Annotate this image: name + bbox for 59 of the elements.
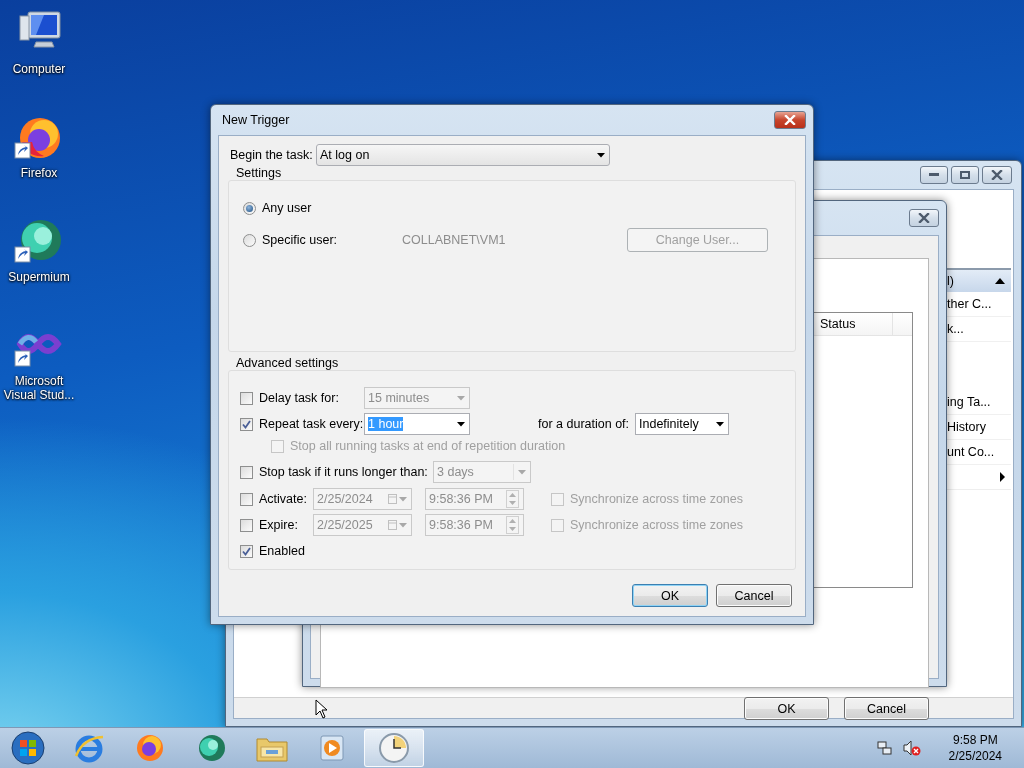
minimize-button[interactable] bbox=[920, 166, 948, 184]
checkbox[interactable] bbox=[240, 544, 253, 558]
window-title: New Trigger bbox=[221, 113, 290, 127]
icon-label: Microsoft Visual Stud... bbox=[2, 374, 76, 402]
close-button[interactable] bbox=[909, 209, 939, 227]
taskbar-button[interactable] bbox=[364, 729, 424, 767]
close-icon bbox=[918, 213, 930, 223]
radio-button[interactable] bbox=[243, 201, 256, 215]
radio-button[interactable] bbox=[243, 233, 256, 247]
field-label: for a duration of: bbox=[538, 417, 630, 431]
checkbox-label: Stop all running tasks at end of repetition duration bbox=[290, 439, 566, 453]
dropdown-caret-icon bbox=[457, 421, 465, 427]
radio-label: Any user bbox=[262, 201, 312, 215]
checkbox-label: Expire: bbox=[259, 518, 299, 532]
calendar-icon bbox=[388, 520, 397, 530]
clock-icon bbox=[378, 732, 410, 764]
checkbox-label: Synchronize across time zones bbox=[570, 518, 743, 532]
user-name: COLLABNET\VM1 bbox=[402, 233, 507, 247]
icon-label: Supermium bbox=[7, 270, 71, 284]
collapse-icon bbox=[995, 278, 1005, 284]
submenu-arrow-icon[interactable] bbox=[1000, 472, 1005, 482]
cancel-button[interactable]: Cancel bbox=[844, 697, 929, 720]
ok-button[interactable]: OK bbox=[632, 584, 708, 607]
dropdown-caret-icon bbox=[597, 152, 605, 158]
close-icon bbox=[991, 170, 1003, 180]
dropdown-caret-icon bbox=[399, 496, 407, 502]
dropdown-caret-icon bbox=[716, 421, 725, 427]
group-title: Settings bbox=[236, 166, 282, 180]
radio-label: Specific user: bbox=[262, 233, 338, 247]
checkbox-label: Activate: bbox=[259, 492, 307, 506]
group-title: Advanced settings bbox=[236, 356, 339, 370]
checkbox-label: Stop task if it runs longer than: bbox=[259, 465, 427, 479]
close-icon bbox=[784, 115, 796, 125]
ok-button[interactable]: OK bbox=[744, 697, 829, 720]
close-button[interactable] bbox=[982, 166, 1012, 184]
duration-dropdown[interactable]: Indefinitely bbox=[635, 413, 730, 435]
maximize-icon bbox=[960, 171, 970, 179]
clock[interactable]: 9:58 PM 2/25/2024 bbox=[948, 732, 1002, 764]
icon-label: Firefox bbox=[19, 166, 59, 180]
begin-task-dropdown[interactable]: At log on bbox=[316, 144, 610, 166]
checkbox-label: Synchronize across time zones bbox=[570, 492, 743, 506]
minimize-icon bbox=[929, 173, 939, 177]
dropdown-caret-icon bbox=[399, 522, 407, 528]
calendar-icon bbox=[388, 494, 397, 504]
icon-label: Computer bbox=[11, 62, 67, 76]
checkbox[interactable] bbox=[240, 417, 253, 431]
dropdown-caret-icon bbox=[518, 469, 526, 475]
checkbox-label: Delay task for: bbox=[259, 391, 340, 405]
field-label: Begin the task: bbox=[230, 148, 314, 162]
dropdown-caret-icon bbox=[457, 395, 465, 401]
start-button[interactable] bbox=[8, 729, 48, 767]
cancel-button[interactable]: Cancel bbox=[716, 584, 792, 607]
pane-header[interactable]: l) bbox=[945, 268, 1011, 292]
fox-globe-icon bbox=[134, 732, 166, 764]
network-icon[interactable] bbox=[876, 740, 893, 756]
muted-speaker-icon[interactable] bbox=[902, 740, 921, 756]
close-button[interactable] bbox=[774, 111, 806, 129]
checkbox-label: Enabled bbox=[259, 544, 305, 558]
maximize-button[interactable] bbox=[951, 166, 979, 184]
